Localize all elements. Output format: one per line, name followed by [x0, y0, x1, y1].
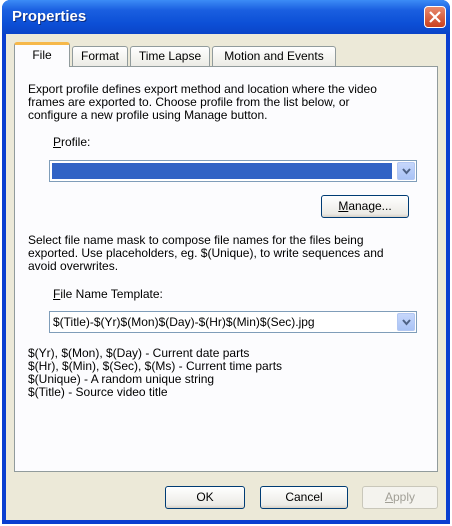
tab-format[interactable]: Format — [72, 46, 128, 66]
manage-button-rest: anage... — [348, 199, 392, 213]
template-dropdown[interactable]: $(Title)-$(Yr)$(Mon)$(Day)-$(Hr)$(Min)$(… — [49, 311, 417, 333]
close-button[interactable] — [424, 6, 446, 28]
template-label: File Name Template: — [53, 288, 163, 301]
tab-motion-and-events-label: Motion and Events — [224, 49, 324, 63]
manage-button-accel: M — [338, 199, 349, 213]
mask-text-line-3: avoid overwrites. — [28, 259, 119, 273]
template-label-rest: ile Name Template: — [60, 287, 163, 301]
template-value: $(Title)-$(Yr)$(Mon)$(Day)-$(Hr)$(Min)$(… — [53, 315, 315, 329]
tab-format-label: Format — [80, 49, 119, 63]
tab-file[interactable]: File — [14, 42, 70, 67]
close-icon — [429, 11, 441, 23]
apply-button[interactable]: Apply — [362, 486, 438, 509]
ok-button[interactable]: OK — [165, 486, 245, 509]
help-line-title: $(Title) - Source video title — [28, 385, 168, 399]
file-tab-panel: Export profile defines export method and… — [14, 66, 438, 472]
apply-button-rest: pply — [393, 490, 416, 504]
profile-label: Profile: — [53, 136, 90, 149]
template-dropdown-button[interactable] — [397, 313, 415, 331]
tab-time-lapse-label: Time Lapse — [138, 49, 202, 63]
profile-label-rest: rofile: — [61, 135, 91, 149]
cancel-button[interactable]: Cancel — [260, 486, 348, 509]
tab-motion-and-events[interactable]: Motion and Events — [212, 46, 336, 66]
profile-dropdown-button[interactable] — [397, 162, 415, 180]
properties-dialog: Properties File Format Time Lapse Motion… — [2, 0, 450, 524]
chevron-down-icon — [402, 319, 411, 326]
profile-label-accel: P — [53, 135, 62, 149]
tab-file-label: File — [32, 48, 52, 62]
apply-button-accel: A — [384, 490, 393, 504]
intro-text-line-3: configure a new profile using Manage but… — [28, 108, 268, 122]
title-bar[interactable]: Properties — [2, 0, 450, 34]
tab-time-lapse[interactable]: Time Lapse — [130, 46, 210, 66]
dialog-client-area: File Format Time Lapse Motion and Events… — [6, 34, 446, 520]
profile-dropdown[interactable] — [49, 160, 417, 182]
chevron-down-icon — [402, 168, 411, 175]
window-title: Properties — [12, 8, 87, 25]
manage-button[interactable]: Manage... — [321, 195, 409, 218]
profile-selected-value — [52, 163, 392, 179]
